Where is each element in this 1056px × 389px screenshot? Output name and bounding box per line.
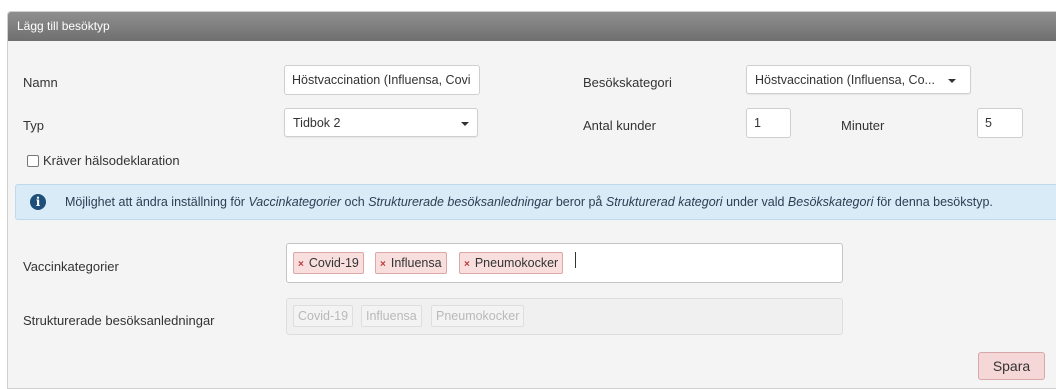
tag-covid-19: Covid-19	[293, 305, 354, 327]
namn-input[interactable]: Höstvaccination (Influensa, Covi	[284, 65, 480, 95]
typ-label: Typ	[23, 118, 44, 133]
save-button[interactable]: Spara	[978, 352, 1045, 380]
antal-kunder-input[interactable]: 1	[746, 108, 791, 138]
remove-tag-icon[interactable]: ×	[464, 259, 470, 270]
add-visit-type-panel: Lägg till besöktyp Namn Höstvaccination …	[7, 11, 1056, 389]
tag-label: Influensa	[390, 256, 442, 270]
tag-influensa: Influensa	[361, 305, 422, 327]
typ-select[interactable]: Tidbok 2	[284, 108, 478, 137]
chevron-down-icon	[461, 122, 469, 126]
tag-covid-19[interactable]: × Covid-19	[293, 252, 364, 274]
tag-label: Covid-19	[308, 256, 359, 270]
vaccinkategorier-label: Vaccinkategorier	[23, 259, 119, 274]
info-text-part: Besökskategori	[787, 195, 874, 209]
tag-influensa[interactable]: × Influensa	[375, 252, 447, 274]
halsodeklaration-label: Kräver hälsodeklaration	[43, 153, 180, 168]
info-text: Möjlighet att ändra inställning för Vacc…	[65, 195, 993, 209]
info-text-part: och	[341, 195, 369, 209]
info-text-part: Möjlighet att ändra inställning för	[65, 195, 249, 209]
tag-label: Pneumokocker	[474, 256, 559, 270]
info-text-part: Strukturerad kategori	[605, 195, 723, 209]
remove-tag-icon[interactable]: ×	[380, 259, 386, 270]
info-text-part: Vaccinkategorier	[248, 195, 342, 209]
info-text-part: under vald	[722, 195, 788, 209]
chevron-down-icon	[948, 79, 956, 83]
tag-pneumokocker: Pneumokocker	[431, 305, 525, 327]
minuter-label: Minuter	[841, 118, 885, 133]
typ-value: Tidbok 2	[293, 116, 341, 130]
besokskategori-value: Höstvaccination (Influensa, Co...	[755, 73, 935, 87]
besokskategori-select[interactable]: Höstvaccination (Influensa, Co...	[746, 65, 971, 94]
halsodeklaration-checkbox[interactable]	[27, 155, 39, 167]
tag-pneumokocker[interactable]: × Pneumokocker	[459, 252, 564, 274]
info-text-part: för denna besökstyp.	[873, 195, 993, 209]
remove-tag-icon[interactable]: ×	[298, 259, 304, 270]
info-circle-icon: i	[30, 194, 46, 210]
info-text-part: beror på	[552, 195, 606, 209]
strukturerade-tag-input: Covid-19 Influensa Pneumokocker	[286, 298, 843, 335]
text-cursor	[575, 252, 576, 268]
vaccinkategorier-tag-input[interactable]: × Covid-19 × Influensa × Pneumokocker	[286, 243, 843, 283]
namn-label: Namn	[23, 75, 58, 90]
besokskategori-label: Besökskategori	[583, 75, 672, 90]
strukturerade-label: Strukturerade besöksanledningar	[23, 313, 215, 328]
antal-kunder-label: Antal kunder	[583, 118, 656, 133]
panel-title: Lägg till besöktyp	[8, 12, 1056, 41]
minuter-input[interactable]: 5	[977, 108, 1023, 138]
info-text-part: Strukturerade besöksanledningar	[368, 195, 553, 209]
info-alert: i Möjlighet att ändra inställning för Va…	[15, 184, 1056, 220]
